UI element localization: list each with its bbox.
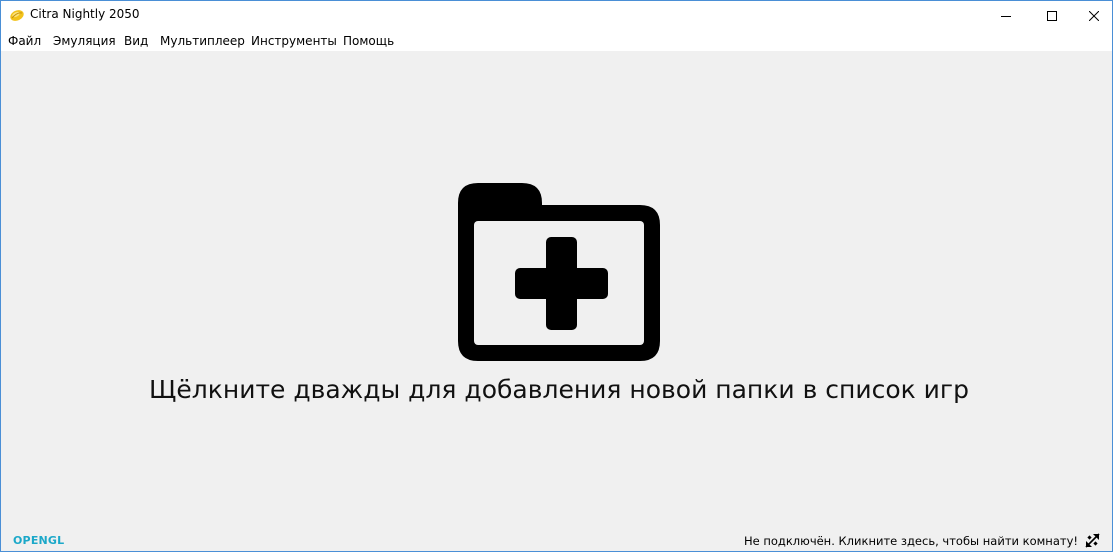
close-icon <box>1088 10 1099 21</box>
status-bar: OPENGL Не подключён. Кликните здесь, что… <box>1 529 1112 551</box>
menu-emulation[interactable]: Эмуляция <box>53 32 116 50</box>
maximize-button[interactable] <box>1029 1 1075 30</box>
menu-tools[interactable]: Инструменты <box>251 32 337 50</box>
menu-view[interactable]: Вид <box>124 32 148 50</box>
menu-file[interactable]: Файл <box>8 32 41 50</box>
menu-bar: Файл Эмуляция Вид Мультиплеер Инструмент… <box>1 30 1112 51</box>
main-window: Citra Nightly 2050 Файл Эмуляция Вид Мул… <box>0 0 1113 552</box>
folder-plus-icon <box>458 183 660 361</box>
game-list-empty-area[interactable]: Щёлкните дважды для добавления новой пап… <box>1 51 1112 529</box>
menu-multiplayer[interactable]: Мультиплеер <box>160 32 245 50</box>
window-title: Citra Nightly 2050 <box>30 7 140 21</box>
citra-logo-icon <box>10 10 24 21</box>
minimize-button[interactable] <box>983 1 1029 30</box>
title-bar[interactable]: Citra Nightly 2050 <box>1 1 1112 30</box>
maximize-icon <box>1047 10 1057 21</box>
network-status-label[interactable]: Не подключён. Кликните здесь, чтобы найт… <box>744 534 1078 548</box>
empty-list-hint: Щёлкните дважды для добавления новой пап… <box>149 375 969 404</box>
renderer-label: OPENGL <box>13 534 65 547</box>
close-button[interactable] <box>1075 1 1112 30</box>
menu-help[interactable]: Помощь <box>343 32 394 50</box>
disconnected-icon[interactable] <box>1084 532 1101 549</box>
minimize-icon <box>1001 15 1011 17</box>
